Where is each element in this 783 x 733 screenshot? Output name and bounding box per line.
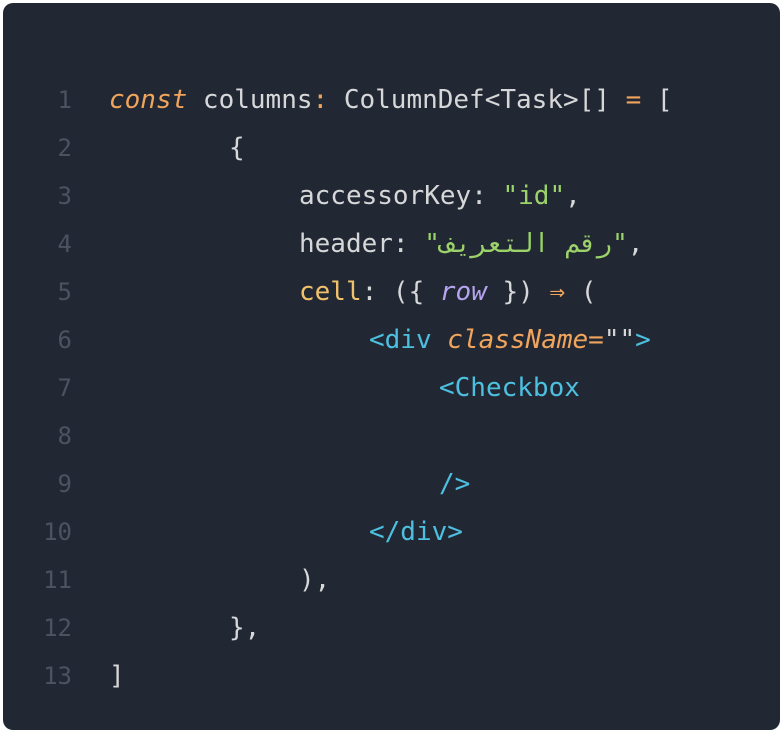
code-line: 7 <Checkbox xyxy=(3,364,780,412)
punctuation-token: : xyxy=(471,181,503,211)
code-line-content: const columns: ColumnDef<Task>[] = [ xyxy=(109,76,673,124)
code-line-content: </div> xyxy=(109,508,463,556)
code-line: 2 { xyxy=(3,124,780,172)
code-line: 3 accessorKey: "id", xyxy=(3,172,780,220)
attribute-token: className xyxy=(447,325,589,355)
code-line: 13 ] xyxy=(3,652,780,700)
line-number: 3 xyxy=(57,182,72,210)
code-line-content: { xyxy=(109,124,245,172)
parameter-token: row xyxy=(439,277,487,307)
tag-token: </div> xyxy=(369,517,463,547)
identifier-token: columns xyxy=(187,85,313,115)
line-number: 5 xyxy=(57,278,72,306)
punctuation-token: "" xyxy=(603,325,636,355)
line-number: 1 xyxy=(57,86,72,114)
line-number: 10 xyxy=(43,518,72,546)
line-number: 11 xyxy=(43,566,72,594)
tag-token: <div xyxy=(369,325,448,355)
line-number: 4 xyxy=(57,230,72,258)
code-line-content: cell: ({ row }) ⇒ ( xyxy=(109,268,596,316)
operator-token: = xyxy=(609,85,642,115)
line-number: 2 xyxy=(57,134,72,162)
punctuation-token: { xyxy=(229,133,245,163)
string-token: "id" xyxy=(502,181,566,211)
line-number: 12 xyxy=(43,614,72,642)
punctuation-token: ] xyxy=(109,661,125,691)
property-token: accessorKey xyxy=(299,181,472,211)
code-line-content: <Checkbox xyxy=(109,364,580,412)
code-editor[interactable]: 1 const columns: ColumnDef<Task>[] = [ 2… xyxy=(3,3,780,730)
line-number: 8 xyxy=(57,422,72,450)
code-line: 12 }, xyxy=(3,604,780,652)
type-token: ColumnDef<Task>[] xyxy=(328,85,610,115)
keyword-token: const xyxy=(109,85,188,115)
punctuation-token: }) xyxy=(486,277,550,307)
punctuation-token: ), xyxy=(299,565,331,595)
code-line-content: ] xyxy=(109,652,125,700)
tag-token: /> xyxy=(439,469,471,499)
code-line-content: /> xyxy=(109,460,470,508)
tag-token: > xyxy=(635,325,651,355)
tag-token: <Checkbox xyxy=(439,373,580,403)
code-line: 1 const columns: ColumnDef<Task>[] = [ xyxy=(3,76,780,124)
line-number: 9 xyxy=(57,470,72,498)
code-line-content: accessorKey: "id", xyxy=(109,172,581,220)
code-line-content: }, xyxy=(109,604,260,652)
punctuation-token: : ({ xyxy=(361,277,440,307)
operator-token: = xyxy=(588,325,604,355)
arrow-token: ⇒ xyxy=(549,277,566,307)
punctuation-token: }, xyxy=(229,613,261,643)
code-line: 11 ), xyxy=(3,556,780,604)
function-property-token: cell xyxy=(299,277,362,307)
punctuation-token: ( xyxy=(565,277,597,307)
code-block: 1 const columns: ColumnDef<Task>[] = [ 2… xyxy=(3,76,780,700)
code-line: 5 cell: ({ row }) ⇒ ( xyxy=(3,268,780,316)
code-line-content: header: "رقم التعريف", xyxy=(109,220,643,268)
punctuation-token: , xyxy=(627,229,644,259)
operator-token: : xyxy=(312,85,329,115)
property-token: header xyxy=(299,229,393,259)
line-number: 7 xyxy=(57,374,72,402)
code-line: 4 header: "رقم التعريف", xyxy=(3,220,780,268)
punctuation-token: : xyxy=(392,229,425,259)
code-line: 10 </div> xyxy=(3,508,780,556)
code-line: 9 /> xyxy=(3,460,780,508)
punctuation-token: , xyxy=(565,181,581,211)
line-number: 13 xyxy=(43,662,72,690)
code-line: 6 <div className=""> xyxy=(3,316,780,364)
code-line-content: <div className=""> xyxy=(109,316,651,364)
line-number: 6 xyxy=(57,326,72,354)
punctuation-token: [ xyxy=(641,85,673,115)
string-token: "رقم التعريف" xyxy=(424,229,628,259)
code-line: 8 xyxy=(3,412,780,460)
code-line-content: ), xyxy=(109,556,330,604)
